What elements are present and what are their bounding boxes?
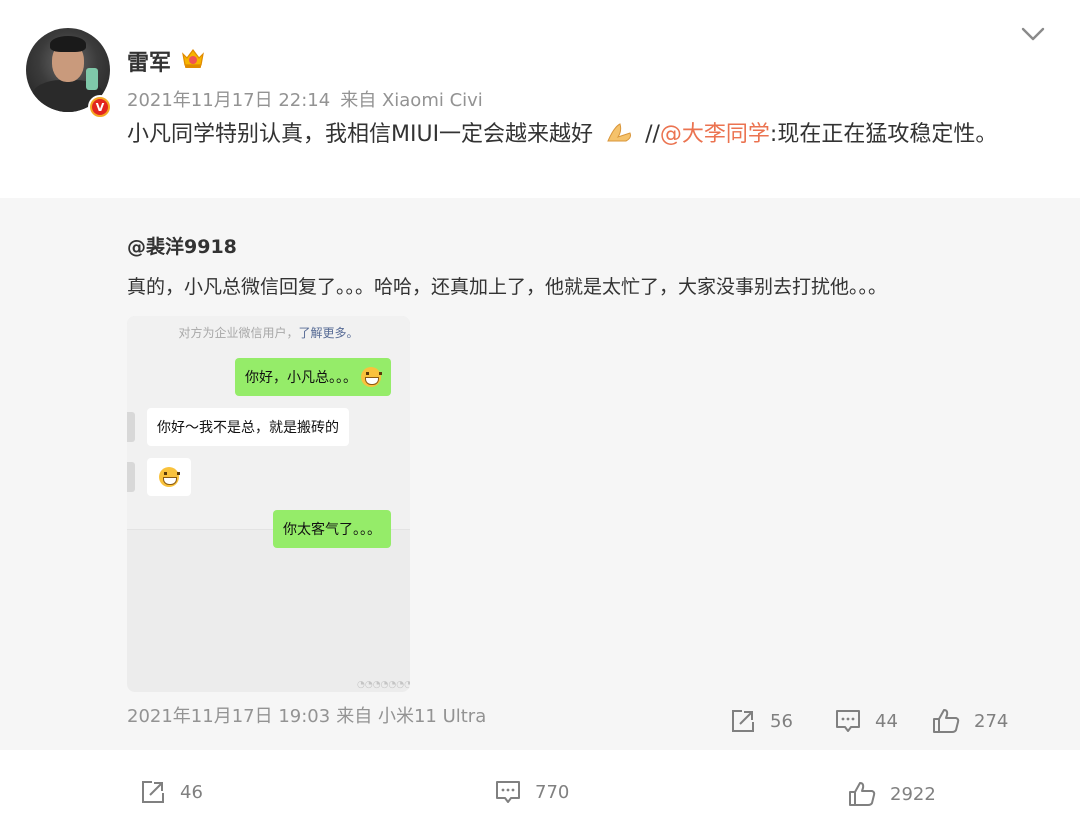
chat-screenshot-image[interactable]: 对方为企业微信用户，了解更多。 你好，小凡总。。。 你好～我不是总，就是搬砖的 … bbox=[127, 316, 410, 692]
share-button[interactable]: 46 bbox=[140, 779, 203, 805]
post-time[interactable]: 2021年11月17日 22:14 bbox=[127, 90, 330, 111]
post-text-main: 小凡同学特别认真，我相信MIUI一定会越来越好 bbox=[127, 122, 594, 147]
original-meta: 2021年11月17日 19:03 来自 小米11 Ultra bbox=[127, 702, 486, 728]
image-watermark: ◔◔◔◔◔◔◔◔ bbox=[357, 680, 410, 690]
chat-avatar bbox=[127, 412, 135, 442]
chat-bubble: 你好，小凡总。。。 bbox=[235, 358, 391, 396]
share-icon bbox=[142, 781, 164, 803]
repost-like-count: 274 bbox=[974, 710, 1009, 732]
grin-icon bbox=[361, 367, 382, 387]
chat-bubble: 你太客气了。。。 bbox=[273, 510, 391, 548]
share-icon bbox=[732, 710, 754, 732]
author-name[interactable]: 雷军 bbox=[127, 45, 171, 77]
repost-share-count: 56 bbox=[770, 710, 793, 732]
post-source: 来自 Xiaomi Civi bbox=[340, 90, 483, 111]
verified-v-icon: V bbox=[88, 95, 112, 119]
like-icon bbox=[933, 709, 960, 733]
action-bar: 46 770 2922 bbox=[0, 750, 1080, 826]
original-time[interactable]: 2021年11月17日 19:03 bbox=[127, 706, 330, 727]
repost-comment-button[interactable]: 44 bbox=[835, 708, 898, 734]
post-text-separator: // bbox=[645, 122, 660, 147]
chat-bubble: 你好～我不是总，就是搬砖的 bbox=[147, 408, 349, 446]
like-count: 2922 bbox=[890, 783, 936, 805]
mention-link[interactable]: @大李同学 bbox=[660, 122, 770, 147]
original-source: 来自 小米11 Ultra bbox=[336, 706, 487, 727]
repost-like-button[interactable]: 274 bbox=[932, 708, 1008, 734]
post-text: 小凡同学特别认真，我相信MIUI一定会越来越好 //@大李同学:现在正在猛攻稳定… bbox=[127, 116, 1027, 154]
original-text: 真的，小凡总微信回复了。。。哈哈，还真加上了，他就是太忙了，大家没事别去打扰他。… bbox=[127, 276, 888, 298]
post-meta: 2021年11月17日 22:14 来自 Xiaomi Civi bbox=[127, 86, 483, 112]
chat-notice: 对方为企业微信用户，了解更多。 bbox=[178, 326, 359, 340]
original-author[interactable]: @裴洋9918 bbox=[127, 232, 237, 259]
post-text-rest: :现在正在猛攻稳定性。 bbox=[769, 122, 998, 147]
like-icon bbox=[849, 782, 876, 806]
chat-notice-link: 了解更多。 bbox=[298, 326, 359, 340]
crown-icon bbox=[182, 49, 204, 68]
comment-icon bbox=[496, 781, 520, 803]
comment-button[interactable]: 770 bbox=[495, 779, 569, 805]
pray-icon bbox=[607, 123, 632, 142]
repost-share-button[interactable]: 56 bbox=[730, 708, 793, 734]
grin-icon bbox=[159, 467, 180, 487]
repost-comment-count: 44 bbox=[875, 710, 898, 732]
post-header: V 雷军 2021年11月17日 22:14 来自 Xiaomi Civi 小凡同… bbox=[0, 0, 1080, 198]
repost-card[interactable]: @裴洋9918 真的，小凡总微信回复了。。。哈哈，还真加上了，他就是太忙了，大家… bbox=[0, 198, 1080, 750]
comment-icon bbox=[836, 710, 860, 732]
share-count: 46 bbox=[180, 781, 203, 803]
chat-avatar bbox=[127, 462, 135, 492]
chat-bubble bbox=[147, 458, 191, 496]
like-button[interactable]: 2922 bbox=[848, 781, 936, 807]
chevron-down-icon[interactable] bbox=[1020, 24, 1046, 44]
comment-count: 770 bbox=[535, 781, 570, 803]
